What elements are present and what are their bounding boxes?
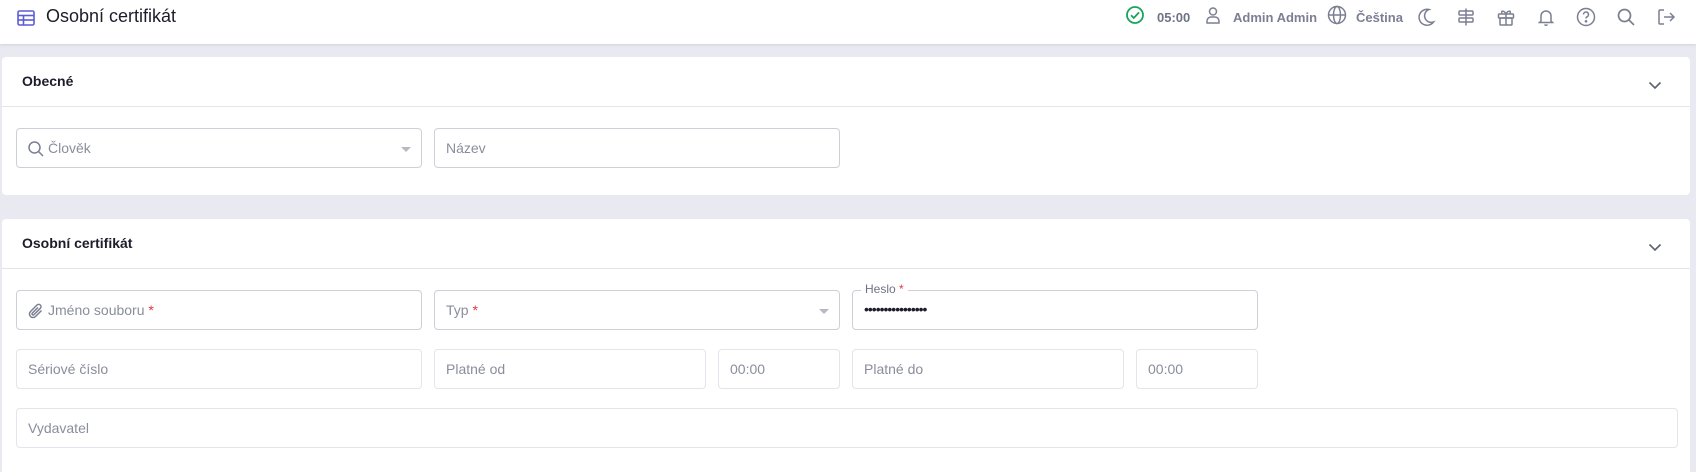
check-circle-icon — [1125, 5, 1145, 30]
globe-icon — [1327, 5, 1347, 30]
valid-from-time: 00:00 — [730, 361, 766, 377]
general-section-title: Obecné — [22, 73, 74, 89]
issuer-field[interactable]: Vydavatel — [16, 408, 1678, 448]
valid-from-label: Platné od — [446, 361, 506, 377]
required-mark: * — [148, 302, 154, 318]
certificate-section-header[interactable]: Osobní certifikát — [2, 219, 1690, 269]
signpost-icon[interactable] — [1456, 5, 1476, 29]
valid-from-time-field[interactable]: 00:00 — [718, 349, 840, 389]
moon-icon[interactable] — [1416, 5, 1436, 29]
valid-to-date-field[interactable]: Platné do — [852, 349, 1124, 389]
type-label-text: Typ — [446, 302, 469, 318]
language-label: Čeština — [1356, 9, 1403, 25]
language-menu[interactable]: Čeština — [1327, 5, 1403, 29]
file-name-label: Jméno souboru * — [48, 302, 154, 318]
certificate-section-title: Osobní certifikát — [22, 235, 133, 251]
password-label-text: Heslo — [865, 282, 896, 296]
file-name-label-text: Jméno souboru — [48, 302, 145, 318]
file-name-field[interactable]: Jméno souboru * — [16, 290, 422, 330]
valid-to-time: 00:00 — [1148, 361, 1184, 377]
password-value: •••••••••••••••• — [864, 301, 927, 317]
valid-to-time-field[interactable]: 00:00 — [1136, 349, 1258, 389]
valid-from-date-field[interactable]: Platné od — [434, 349, 706, 389]
general-section-header[interactable]: Obecné — [2, 57, 1690, 107]
certificate-section: Osobní certifikát Jméno souboru * Typ * … — [2, 219, 1690, 472]
help-icon[interactable] — [1576, 5, 1596, 29]
session-timer: 05:00 — [1125, 5, 1190, 29]
general-section: Obecné Člověk Název — [2, 57, 1690, 195]
user-name: Admin Admin — [1233, 9, 1318, 25]
page-title: Osobní certifikát — [46, 6, 177, 26]
paperclip-icon — [27, 302, 45, 325]
type-select[interactable]: Typ * — [434, 290, 840, 330]
gift-icon[interactable] — [1496, 5, 1516, 29]
chevron-down-icon[interactable] — [1648, 239, 1662, 257]
serial-number-label: Sériové číslo — [28, 361, 109, 377]
timer-text: 05:00 — [1157, 9, 1191, 25]
bell-icon[interactable] — [1536, 5, 1556, 29]
required-mark: * — [899, 282, 904, 296]
search-icon — [27, 140, 45, 163]
user-icon — [1205, 6, 1221, 29]
logout-icon[interactable] — [1656, 5, 1676, 29]
password-field[interactable]: Heslo * •••••••••••••••• — [852, 282, 1258, 330]
caret-down-icon — [819, 309, 829, 314]
serial-number-field[interactable]: Sériové číslo — [16, 349, 422, 389]
required-mark: * — [472, 302, 478, 318]
chevron-down-icon[interactable] — [1648, 77, 1662, 95]
search-icon[interactable] — [1616, 5, 1636, 29]
top-bar: Osobní certifikát 05:00 Admin Admin Češt… — [0, 0, 1696, 44]
person-select[interactable]: Člověk — [16, 128, 422, 168]
name-placeholder: Název — [446, 140, 486, 156]
person-placeholder: Člověk — [48, 140, 91, 156]
type-label: Typ * — [446, 302, 478, 318]
issuer-label: Vydavatel — [28, 420, 89, 436]
name-field[interactable]: Název — [434, 128, 840, 168]
table-icon — [16, 8, 36, 28]
user-menu[interactable]: Admin Admin — [1205, 5, 1317, 29]
valid-to-label: Platné do — [864, 361, 924, 377]
caret-down-icon — [401, 147, 411, 152]
password-label: Heslo * — [861, 282, 908, 296]
